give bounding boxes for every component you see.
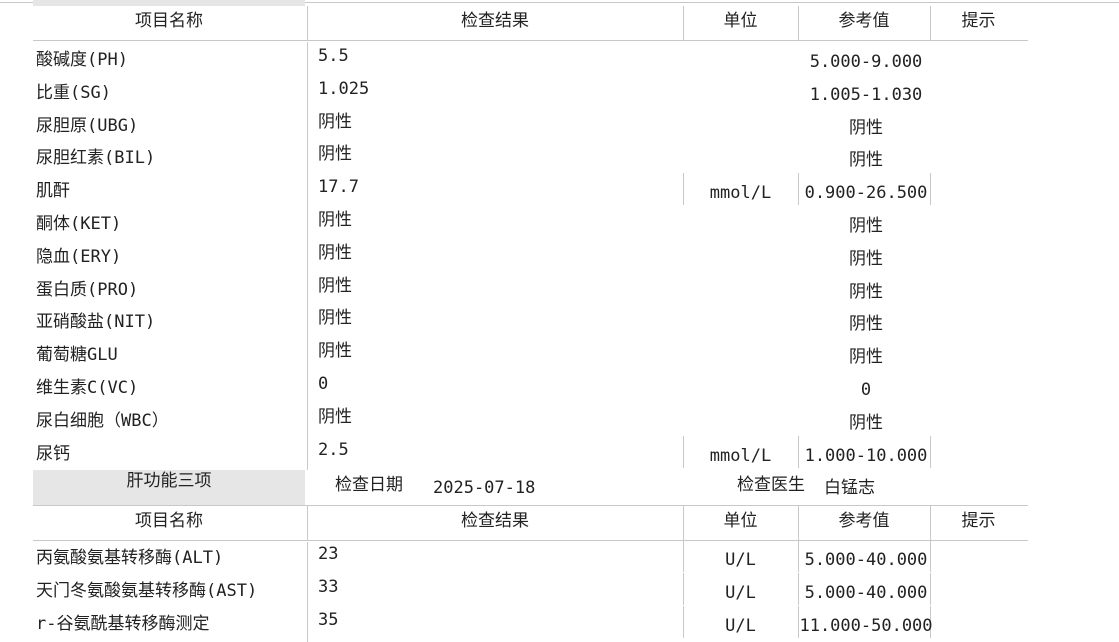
item-name: 酮体(KET) [36,214,122,234]
exam-date-label: 检查日期 [335,475,403,495]
item-name: 尿钙 [36,443,70,464]
item-reference: 阴性 [849,412,883,433]
item-result: 阴性 [318,242,352,263]
col-header-unit: 单位 [723,511,758,531]
item-name: 蛋白质(PRO) [36,279,139,300]
item-reference: 5.000-9.000 [809,52,923,72]
item-name: 肌酐 [36,181,70,202]
item-name: 隐血(ERY) [36,246,122,267]
item-result: 阴性 [318,210,352,230]
header-divider [798,506,799,540]
col-header-result: 检查结果 [461,11,529,31]
section-title: 肝功能三项 [126,471,212,491]
item-unit: U/L [725,583,756,603]
item-name: 丙氨酸氨基转移酶(ALT) [36,548,224,568]
header-divider [307,6,308,41]
unit-cell-border [683,540,684,572]
item-unit: mmol/L [709,445,772,466]
item-result: 5.5 [318,46,349,66]
header-divider [798,6,799,41]
item-unit: U/L [725,616,756,636]
item-name: r-谷氨酰基转移酶测定 [36,614,210,634]
col-header-hint: 提示 [961,511,996,531]
item-reference: 5.000-40.000 [804,550,928,570]
doctor-name: 白锰志 [824,478,875,498]
col-header-name: 项目名称 [135,511,203,531]
item-name: 维生素C(VC) [36,378,139,398]
col-header-unit: 单位 [723,11,758,31]
header-bottom-line [33,40,1028,41]
header2-bottom-line [33,540,1028,541]
item-name: 比重(SG) [36,82,111,103]
header-shade [33,0,305,6]
item-name: 葡萄糖GLU [36,345,118,366]
unit-cell-border [683,606,684,638]
header-divider [930,506,931,540]
col-header-result: 检查结果 [461,511,529,531]
item-name: 天门冬氨酸氨基转移酶(AST) [36,581,258,601]
col-header-ref: 参考值 [838,511,890,531]
item-reference: 阴性 [849,216,883,236]
col-header-hint: 提示 [961,11,996,31]
header-divider [683,506,684,540]
unit-cell-border [683,435,684,468]
item-name: 尿胆红素(BIL) [36,148,156,169]
item-result: 阴性 [318,406,352,427]
unit-cell-border [683,573,684,605]
header-divider [930,6,931,41]
item-result: 阴性 [318,341,352,362]
item-result: 0 [318,374,329,394]
item-reference: 0.900-26.500 [804,183,928,204]
item-result: 35 [318,610,339,630]
item-reference: 1.005-1.030 [809,84,923,105]
item-reference: 阴性 [849,248,883,269]
item-reference: 11.000-50.000 [799,616,933,636]
item-name: 尿胆原(UBG) [36,115,139,136]
item-reference: 0 [860,380,872,400]
result-column-line [307,42,308,470]
item-result: 23 [318,544,339,564]
item-unit: mmol/L [709,183,772,204]
item-result: 阴性 [318,144,352,165]
header2-top-line [33,505,1028,506]
col-header-ref: 参考值 [838,11,890,31]
item-name: 亚硝酸盐(NIT) [36,312,156,333]
item-name: 酸碱度(PH) [36,50,128,70]
item-result: 17.7 [318,177,359,198]
item-result: 阴性 [318,275,352,296]
header-divider [307,506,308,540]
item-result: 阴性 [318,111,352,132]
col-header-name: 项目名称 [135,11,203,31]
item-result: 33 [318,577,339,597]
item-reference: 阴性 [849,347,883,368]
item-result: 2.5 [318,439,349,460]
item-result: 1.025 [318,78,370,99]
item-reference: 阴性 [849,314,883,335]
item-unit: U/L [725,550,756,570]
item-reference: 阴性 [849,150,883,171]
doctor-label: 检查医生 [737,475,805,495]
item-reference: 5.000-40.000 [804,583,928,603]
item-name: 尿白细胞（WBC） [36,410,169,431]
item-result: 阴性 [318,308,352,329]
item-reference: 阴性 [849,117,883,138]
exam-date-value: 2025-07-18 [433,478,536,498]
item-reference: 阴性 [849,281,883,302]
result-column-line [307,542,308,642]
unit-cell-border [683,173,684,206]
header-divider [683,6,684,41]
item-reference: 1.000-10.000 [804,445,928,466]
